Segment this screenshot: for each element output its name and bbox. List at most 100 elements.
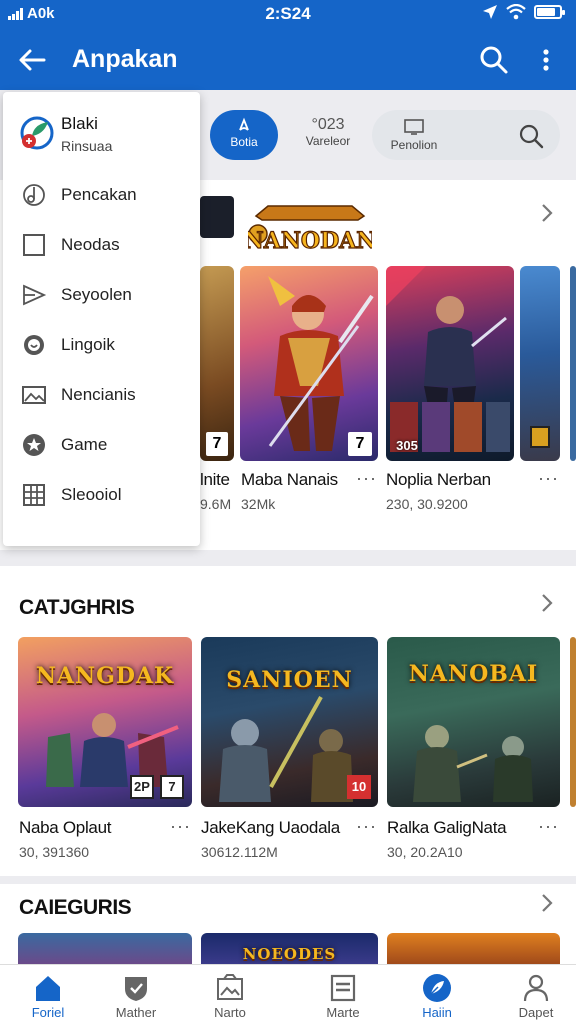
app-meta: 30, 20.2A10	[387, 844, 463, 860]
navigation-drawer: Blaki Rinsuaa Pencakan Neodas Seyoolen L…	[3, 92, 200, 546]
app-poster[interactable]	[520, 266, 560, 461]
rating-badge: 2P	[130, 775, 154, 799]
drawer-header[interactable]: Blaki Rinsuaa	[17, 112, 187, 156]
wifi-icon	[506, 4, 526, 20]
photo-icon	[217, 974, 243, 1000]
home-icon	[36, 976, 60, 1001]
nav-item-foriel[interactable]: Foriel	[0, 965, 96, 1024]
nav-item-mather[interactable]: Mather	[88, 965, 184, 1024]
app-bar: Anpakan	[0, 30, 576, 90]
app-name[interactable]: lnite	[200, 470, 230, 490]
app-poster[interactable]: NANGDAK 2P 7	[18, 637, 192, 807]
chip-search-pill[interactable]: Penolion	[372, 110, 560, 160]
battery-icon	[534, 5, 565, 19]
app-poster[interactable]: 305	[386, 266, 514, 461]
hero-illustration	[413, 725, 533, 802]
drawer-item-label: Sleooiol	[61, 485, 122, 504]
nav-label: Marte	[326, 1005, 360, 1020]
featured-game-logo: NANODAN	[248, 205, 372, 255]
drawer-item-label: Seyoolen	[61, 285, 132, 304]
drawer-subtitle: Rinsuaa	[61, 138, 113, 154]
more-options-icon[interactable]: ···	[356, 816, 377, 837]
drawer-item-label: Neodas	[61, 235, 120, 254]
app-name[interactable]: Maba Nanais	[241, 470, 338, 490]
chip-number: °023	[311, 116, 345, 133]
app-poster[interactable]: 7	[240, 266, 378, 461]
nav-item-dapet[interactable]: Dapet	[488, 965, 576, 1024]
face-circle-icon	[24, 335, 44, 355]
app-thumbnail[interactable]	[200, 196, 234, 238]
drawer-item-neodas[interactable]: Neodas	[3, 222, 200, 266]
shield-check-icon	[125, 977, 147, 1001]
drawer-item-game[interactable]: Game	[3, 422, 200, 466]
nav-label: Mather	[115, 1005, 157, 1020]
star-badge-icon	[23, 434, 45, 456]
rating-badge: 305	[396, 438, 418, 453]
search-icon[interactable]	[518, 123, 544, 149]
drawer-item-pencakan[interactable]: Pencakan	[3, 172, 200, 216]
drawer-item-label: Lingoik	[61, 335, 115, 354]
chevron-right-icon[interactable]	[540, 202, 554, 224]
more-options-icon[interactable]: ···	[538, 468, 559, 489]
music-note-icon	[23, 184, 45, 206]
chevron-right-icon[interactable]	[540, 892, 554, 914]
drawer-item-sleooiol[interactable]: Sleooiol	[3, 472, 200, 516]
image-icon	[22, 386, 46, 404]
app-name[interactable]: Noplia Nerban	[386, 470, 491, 490]
app-meta: 30612.112M	[201, 844, 278, 860]
app-meta: 32Mk	[241, 496, 276, 512]
send-icon	[23, 284, 47, 306]
search-icon[interactable]	[478, 44, 510, 76]
square-outline-icon	[23, 234, 45, 256]
more-options-icon[interactable]: ···	[170, 816, 191, 837]
chip-label: Botia	[230, 135, 258, 149]
back-arrow-icon[interactable]	[16, 44, 48, 76]
poster-banner: NOEODES	[242, 945, 337, 963]
app-poster[interactable]: NANOBAI	[387, 637, 560, 807]
nav-label: Narto	[214, 1005, 246, 1020]
person-icon	[523, 974, 549, 1002]
bookmark-icon	[239, 117, 249, 131]
rating-badge: 7	[160, 775, 184, 799]
chip-label: Vareleor	[305, 134, 351, 148]
chip-botia[interactable]: Botia	[210, 110, 278, 160]
nav-label: Foriel	[31, 1005, 65, 1020]
bottom-navigation: Foriel Mather Narto Marte Haiin Dapet	[0, 964, 576, 1024]
hero-illustration	[386, 266, 510, 452]
nav-item-haiin[interactable]: Haiin	[389, 965, 485, 1024]
more-options-icon[interactable]: ···	[356, 468, 377, 489]
drawer-item-nencianis[interactable]: Nencianis	[3, 372, 200, 416]
chip-label: Penolion	[390, 138, 438, 152]
game-badge-icon	[530, 426, 550, 448]
app-meta: 230, 30.9200	[386, 496, 468, 512]
filter-chips: Botia °023 Vareleor Penolion	[200, 106, 576, 164]
app-name[interactable]: Ralka GaligNata	[387, 818, 507, 838]
app-meta: 9.6M	[200, 496, 232, 512]
nav-label: Haiin	[422, 1005, 452, 1020]
chevron-right-icon[interactable]	[540, 592, 554, 614]
nav-item-marte[interactable]: Marte	[295, 965, 391, 1024]
more-vert-icon[interactable]	[534, 44, 558, 76]
grid-icon	[23, 484, 45, 506]
drawer-item-label: Pencakan	[61, 185, 137, 204]
rating-badge: 10	[347, 775, 371, 799]
app-logo-icon	[20, 116, 54, 150]
app-name[interactable]: JakeKang Uaodala	[201, 818, 340, 838]
drawer-item-seyoolen[interactable]: Seyoolen	[3, 272, 200, 316]
drawer-item-label: Game	[61, 435, 108, 454]
drawer-item-lingoik[interactable]: Lingoik	[3, 322, 200, 366]
app-name[interactable]: Naba Oplaut	[19, 818, 111, 838]
app-meta: 30, 391360	[19, 844, 90, 860]
app-poster[interactable]: NOEODES	[201, 933, 378, 964]
nav-item-narto[interactable]: Narto	[182, 965, 278, 1024]
page-title: Anpakan	[72, 45, 178, 73]
app-poster[interactable]	[387, 933, 560, 964]
app-poster[interactable]	[570, 266, 576, 461]
more-options-icon[interactable]: ···	[538, 816, 559, 837]
app-poster[interactable]	[18, 933, 192, 964]
nav-label: Dapet	[518, 1005, 554, 1020]
app-poster[interactable]	[570, 637, 576, 807]
app-poster[interactable]: SANIOEN 10	[201, 637, 378, 807]
app-poster[interactable]: 7	[200, 266, 234, 461]
chip-vareleor[interactable]: °023 Vareleor	[292, 110, 364, 160]
